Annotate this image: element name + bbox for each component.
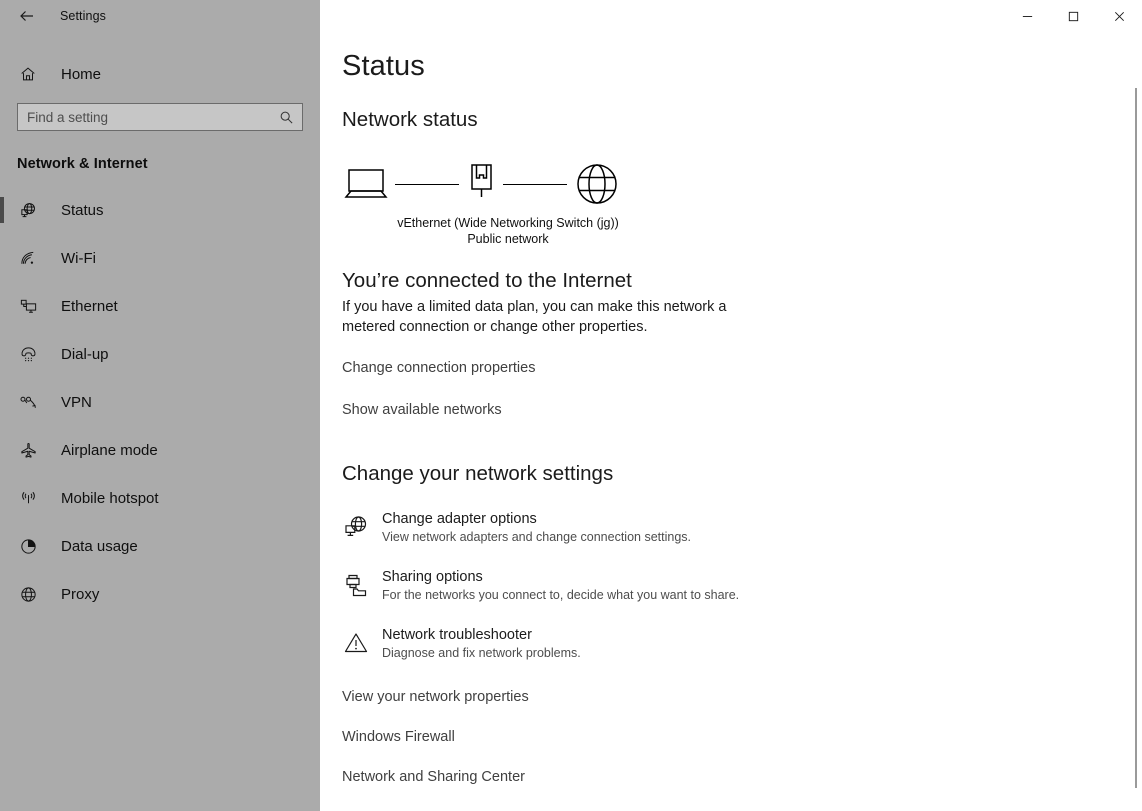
- sidebar: Settings Home Network & Internet: [0, 0, 320, 811]
- change-settings-heading: Change your network settings: [342, 462, 614, 485]
- sidebar-item-vpn[interactable]: VPN: [0, 378, 320, 426]
- sharing-options-icon: [342, 571, 370, 599]
- change-connection-properties-link[interactable]: Change connection properties: [342, 360, 1142, 376]
- globe-icon: [572, 159, 622, 209]
- back-arrow-icon[interactable]: [14, 3, 40, 29]
- setting-title: Network troubleshooter: [382, 627, 532, 643]
- warning-triangle-icon: [342, 629, 370, 657]
- sidebar-item-airplane-mode[interactable]: Airplane mode: [0, 426, 320, 474]
- airplane-icon: [17, 439, 39, 461]
- settings-window: Settings Home Network & Internet: [0, 0, 1142, 811]
- search-container: [17, 103, 303, 131]
- sidebar-item-status[interactable]: Status: [0, 186, 320, 234]
- setting-title: Sharing options: [382, 569, 483, 585]
- network-type-label: Public network: [467, 232, 549, 246]
- setting-description: For the networks you connect to, decide …: [382, 588, 740, 602]
- wifi-icon: [17, 247, 39, 269]
- vpn-icon: [17, 391, 39, 413]
- setting-item-sharing-options[interactable]: Sharing options For the networks you con…: [342, 569, 1142, 602]
- view-network-properties-link[interactable]: View your network properties: [342, 689, 1142, 705]
- setting-description: Diagnose and fix network problems.: [382, 646, 581, 660]
- sidebar-item-mobile-hotspot-label: Mobile hotspot: [61, 489, 159, 507]
- adapter-name-line2: Switch (jg)): [556, 216, 619, 230]
- search-icon[interactable]: [277, 108, 295, 126]
- maximize-button[interactable]: [1050, 0, 1096, 32]
- network-diagram: vEthernet (Wide Networking Switch (jg)) …: [342, 154, 672, 247]
- sidebar-item-proxy[interactable]: Proxy: [0, 570, 320, 618]
- sidebar-item-wifi-label: Wi-Fi: [61, 249, 96, 267]
- setting-item-network-troubleshooter[interactable]: Network troubleshooter Diagnose and fix …: [342, 627, 1142, 660]
- search-input[interactable]: [17, 103, 303, 131]
- adapter-options-icon: [342, 513, 370, 541]
- windows-firewall-link[interactable]: Windows Firewall: [342, 729, 1142, 745]
- sidebar-item-wifi[interactable]: Wi-Fi: [0, 234, 320, 282]
- show-available-networks-link[interactable]: Show available networks: [342, 402, 1142, 418]
- sidebar-item-dialup-label: Dial-up: [61, 345, 109, 363]
- home-icon: [17, 63, 39, 85]
- sidebar-item-dialup[interactable]: Dial-up: [0, 330, 320, 378]
- network-status-heading: Network status: [342, 108, 478, 131]
- sidebar-item-vpn-label: VPN: [61, 393, 92, 411]
- sidebar-item-data-usage-label: Data usage: [61, 537, 138, 555]
- sidebar-category-label: Network & Internet: [17, 156, 148, 172]
- minimize-button[interactable]: [1004, 0, 1050, 32]
- sidebar-item-data-usage[interactable]: Data usage: [0, 522, 320, 570]
- laptop-icon: [342, 164, 390, 204]
- setting-description: View network adapters and change connect…: [382, 530, 691, 544]
- sidebar-item-ethernet[interactable]: Ethernet: [0, 282, 320, 330]
- sidebar-item-home-label: Home: [61, 65, 102, 83]
- content-scrollbar[interactable]: [1135, 88, 1137, 788]
- status-globe-monitor-icon: [17, 199, 39, 221]
- connected-heading: You’re connected to the Internet: [342, 269, 632, 292]
- sidebar-item-home[interactable]: Home: [0, 59, 320, 89]
- page-title: Status: [342, 50, 425, 82]
- sidebar-item-mobile-hotspot[interactable]: Mobile hotspot: [0, 474, 320, 522]
- sidebar-item-proxy-label: Proxy: [61, 585, 100, 603]
- app-title: Settings: [60, 9, 106, 23]
- hotspot-icon: [17, 487, 39, 509]
- content-area: Status Network status vEthernet (Wide Ne…: [320, 0, 1142, 811]
- setting-item-change-adapter-options[interactable]: Change adapter options View network adap…: [342, 511, 1142, 544]
- setting-title: Change adapter options: [382, 511, 537, 527]
- sidebar-item-status-label: Status: [61, 201, 104, 219]
- sidebar-nav: Status Wi-Fi Ethernet Dial-up VPN Airpla…: [0, 186, 320, 618]
- dialup-phone-icon: [17, 343, 39, 365]
- diagram-line-right: [503, 183, 567, 185]
- close-button[interactable]: [1096, 0, 1142, 32]
- ethernet-adapter-icon: [464, 161, 498, 207]
- diagram-line-left: [395, 183, 459, 185]
- selection-indicator: [0, 197, 4, 223]
- network-adapter-label: vEthernet (Wide Networking Switch (jg)) …: [378, 216, 638, 247]
- network-sharing-center-link[interactable]: Network and Sharing Center: [342, 769, 1142, 785]
- window-controls: [1004, 0, 1142, 32]
- titlebar-left: Settings: [0, 0, 320, 32]
- sidebar-item-airplane-mode-label: Airplane mode: [61, 441, 158, 459]
- connected-description: If you have a limited data plan, you can…: [342, 299, 727, 335]
- adapter-name-line1: vEthernet (Wide Networking: [397, 216, 553, 230]
- globe-icon: [17, 583, 39, 605]
- pie-chart-icon: [17, 535, 39, 557]
- ethernet-icon: [17, 295, 39, 317]
- sidebar-item-ethernet-label: Ethernet: [61, 297, 118, 315]
